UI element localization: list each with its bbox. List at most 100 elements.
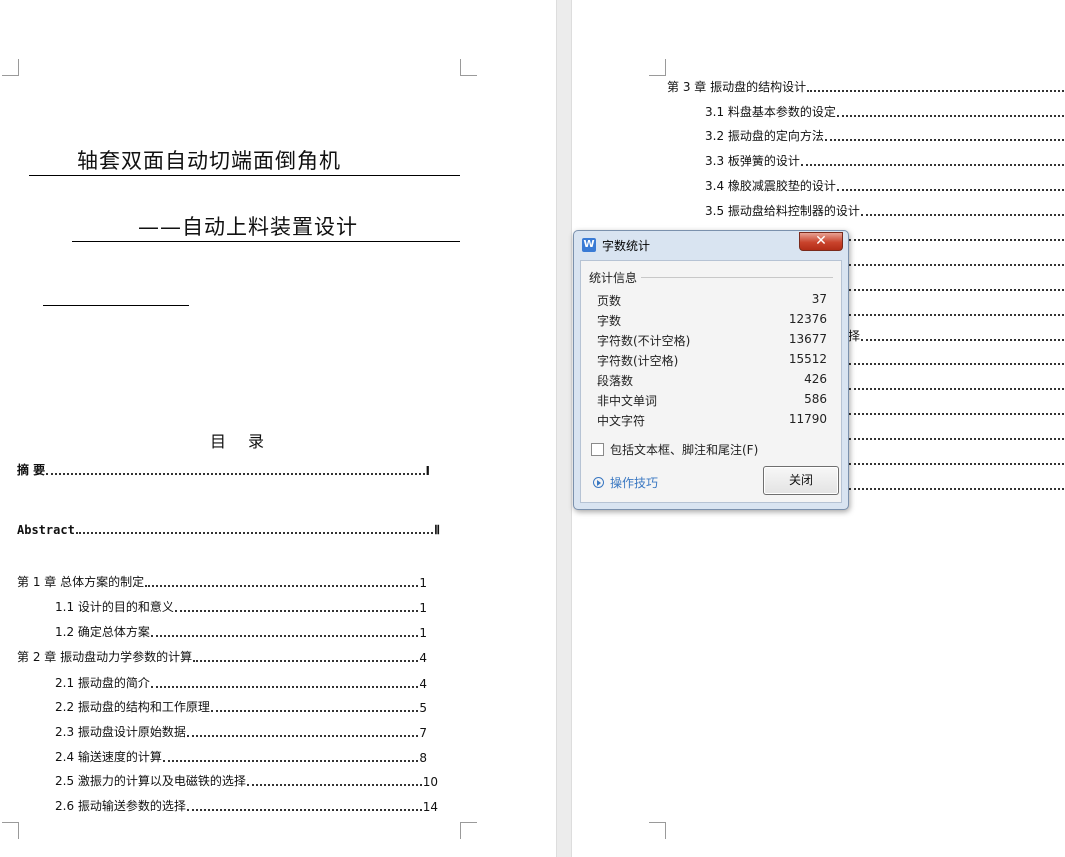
- toc-entry[interactable]: 3.3 板弹簧的设计: [705, 153, 1065, 169]
- toc-entry[interactable]: 3.5 振动盘给料控制器的设计: [705, 203, 1065, 219]
- stat-row: 中文字符 11790: [597, 410, 827, 430]
- page-corner-mark: [649, 822, 666, 839]
- toc-entry-label: 第 2 章 振动盘动力学参数的计算: [17, 650, 193, 664]
- toc-leader: [849, 264, 1064, 266]
- toc-leader: [860, 214, 1064, 216]
- stat-key: 页数: [597, 294, 622, 308]
- page-corner-mark: [2, 59, 19, 76]
- toc-entry-occluded: [848, 427, 1065, 443]
- stat-key: 中文字符: [597, 414, 646, 428]
- toc-entry[interactable]: 3.4 橡胶减震胶垫的设计: [705, 178, 1065, 194]
- stat-key: 非中文单词: [597, 394, 658, 408]
- toc-leader: [150, 686, 419, 688]
- toc-entry-page: Ⅱ: [434, 523, 440, 537]
- include-textboxes-checkbox[interactable]: 包括文本框、脚注和尾注(F): [591, 441, 758, 458]
- toc-entry-occluded: [848, 377, 1065, 393]
- wps-writer-icon: W: [582, 238, 596, 252]
- tips-link[interactable]: 操作技巧: [593, 474, 658, 491]
- toc-entry-label: 3.5 振动盘给料控制器的设计: [705, 204, 860, 218]
- toc-entry-label: 第 3 章 振动盘的结构设计: [667, 80, 807, 94]
- toc-entry-page: 4: [419, 651, 427, 665]
- group-divider: [641, 277, 833, 278]
- document-subtitle: ——自动上料装置设计: [72, 211, 460, 242]
- toc-leader: [807, 90, 1064, 92]
- toc-entry[interactable]: 2.4 输送速度的计算 8: [55, 749, 427, 765]
- toc-entry[interactable]: 1.1 设计的目的和意义 1: [55, 599, 427, 615]
- toc-entry-page: 4: [419, 677, 427, 691]
- toc-entry[interactable]: 2.2 振动盘的结构和工作原理 5: [55, 699, 427, 715]
- toc-leader: [836, 189, 1064, 191]
- toc-entry-page: 7: [419, 726, 427, 740]
- toc-entry-label: 3.1 料盘基本参数的设定: [705, 105, 836, 119]
- toc-entry[interactable]: 2.6 振动输送参数的选择 14: [55, 798, 438, 814]
- checkbox-label: 包括文本框、脚注和尾注(F): [610, 443, 759, 457]
- page-corner-mark: [460, 822, 477, 839]
- toc-leader: [849, 363, 1064, 365]
- toc-leader: [849, 413, 1064, 415]
- toc-leader: [836, 115, 1064, 117]
- toc-entry-label: 择: [848, 329, 861, 343]
- toc-leader: [849, 438, 1064, 440]
- toc-entry-label: 摘 要: [17, 463, 46, 477]
- toc-entry-label: 第 1 章 总体方案的制定: [17, 575, 145, 589]
- toc-leader: [174, 610, 419, 612]
- toc-leader: [150, 635, 419, 637]
- toc-leader: [210, 710, 419, 712]
- toc-entry[interactable]: 1.2 确定总体方案 1: [55, 624, 427, 640]
- toc-entry[interactable]: 3.2 振动盘的定向方法: [705, 128, 1065, 144]
- toc-entry-label: 2.4 输送速度的计算: [55, 750, 162, 764]
- toc-leader: [162, 760, 419, 762]
- toc-leader: [849, 488, 1064, 490]
- toc-leader: [75, 532, 434, 534]
- dialog-titlebar[interactable]: W 字数统计 ✕: [574, 231, 848, 258]
- stat-key: 字数: [597, 314, 622, 328]
- toc-entry[interactable]: 第 2 章 振动盘动力学参数的计算 4: [17, 649, 427, 665]
- stat-key: 段落数: [597, 374, 634, 388]
- toc-entry[interactable]: 2.3 振动盘设计原始数据 7: [55, 724, 427, 740]
- stat-value: 15512: [788, 352, 827, 366]
- toc-entry[interactable]: 2.5 激振力的计算以及电磁铁的选择 10: [55, 773, 438, 789]
- close-button[interactable]: 关闭: [763, 466, 839, 495]
- toc-entry-label: 2.5 激振力的计算以及电磁铁的选择: [55, 774, 246, 788]
- group-title: 统计信息: [589, 271, 638, 285]
- toc-entry-page: 5: [419, 701, 427, 715]
- stat-value: 11790: [788, 412, 827, 426]
- toc-entry-occluded: [848, 253, 1065, 269]
- toc-leader: [800, 164, 1064, 166]
- checkbox-box[interactable]: [591, 443, 604, 456]
- toc-entry[interactable]: 摘 要 Ⅰ: [17, 462, 430, 478]
- toc-entry[interactable]: Abstract Ⅱ: [17, 521, 440, 537]
- toc-entry-occluded: [848, 228, 1065, 244]
- toc-leader: [246, 784, 422, 786]
- toc-entry[interactable]: 第 1 章 总体方案的制定 1: [17, 574, 427, 590]
- tips-label: 操作技巧: [610, 476, 659, 490]
- word-count-dialog[interactable]: W 字数统计 ✕ 统计信息 页数 37 字数 12376 字符数(不计空格) 1367…: [573, 230, 849, 510]
- toc-leader: [849, 463, 1064, 465]
- toc-leader: [849, 239, 1064, 241]
- stat-value: 12376: [788, 312, 827, 326]
- toc-entry[interactable]: 第 3 章 振动盘的结构设计: [667, 79, 1065, 95]
- toc-leader: [186, 735, 419, 737]
- blank-underline: [43, 305, 189, 306]
- toc-entry-label: Abstract: [17, 523, 75, 537]
- toc-entry[interactable]: 2.1 振动盘的简介 4: [55, 675, 427, 691]
- stat-key: 字符数(计空格): [597, 354, 679, 368]
- document-title: 轴套双面自动切端面倒角机: [29, 145, 460, 176]
- stat-key: 字符数(不计空格): [597, 334, 691, 348]
- page-gutter: [556, 0, 572, 857]
- toc-leader: [46, 473, 425, 475]
- stat-row: 字符数(不计空格) 13677: [597, 330, 827, 350]
- document-page-left[interactable]: 轴套双面自动切端面倒角机 ——自动上料装置设计 目录 摘 要 Ⅰ Abstract…: [0, 0, 556, 857]
- toc-entry[interactable]: 3.1 料盘基本参数的设定: [705, 104, 1065, 120]
- toc-heading: 目录: [210, 432, 287, 451]
- toc-entry-label: 1.2 确定总体方案: [55, 625, 150, 639]
- toc-leader: [193, 660, 419, 662]
- stat-row: 页数 37: [597, 290, 827, 310]
- toc-entry-occluded: [848, 352, 1065, 368]
- toc-entry-page: 1: [419, 576, 427, 590]
- stat-row: 字符数(计空格) 15512: [597, 350, 827, 370]
- toc-leader: [145, 585, 419, 587]
- close-icon[interactable]: ✕: [799, 232, 843, 251]
- toc-entry-label: 3.2 振动盘的定向方法: [705, 129, 824, 143]
- toc-entry-page: 1: [419, 626, 427, 640]
